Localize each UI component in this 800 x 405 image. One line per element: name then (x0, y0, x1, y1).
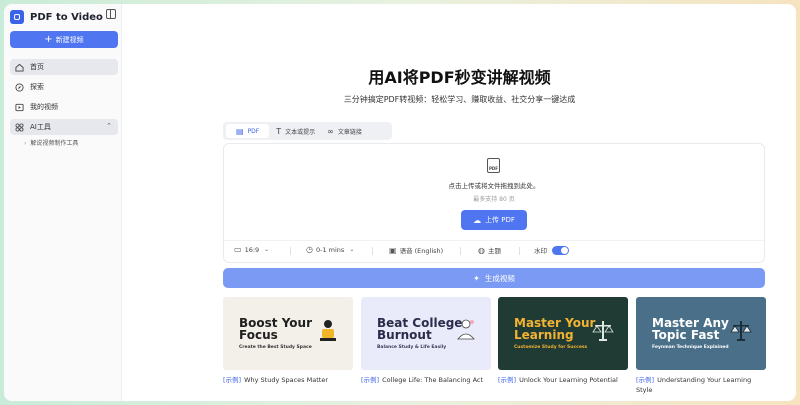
pdf-icon: ▤ (236, 126, 244, 136)
tab-label: 文本或提示 (285, 128, 316, 136)
explore-icon (15, 82, 24, 92)
chevron-down-icon: ⌄ (264, 246, 270, 253)
app-name: PDF to Video (30, 11, 103, 23)
tab-link[interactable]: ∞ 文章链接 (322, 124, 367, 138)
theme-label: 主题 (487, 247, 501, 255)
sidebar-subitem-explainer-tool[interactable]: 解说视频制作工具 (24, 138, 78, 147)
burnout-illustration-icon (457, 319, 475, 340)
example-caption-text: Unlock Your Learning Potential (519, 376, 618, 384)
example-caption: [示例] Unlock Your Learning Potential (498, 375, 628, 385)
tab-pdf[interactable]: ▤ PDF (226, 124, 270, 138)
example-card[interactable]: Boost Your Focus Create the Best Study S… (223, 297, 353, 385)
upload-panel[interactable]: PDF 点击上传或将文件拖拽到此处。 最多支持 80 页 ☁ 上传 PDF ▭ … (223, 143, 765, 263)
tab-label: 文章链接 (337, 128, 362, 136)
watermark-control: 水印 (534, 245, 569, 255)
duration-value: 0-1 mins (315, 245, 345, 254)
options-bar: ▭ 16:9 ⌄ ◷ 0-1 mins ⌄ ▣ 语音 (English) ◍ 主… (224, 240, 764, 260)
divider (519, 247, 520, 255)
text-icon: T (276, 126, 282, 136)
new-video-button[interactable]: + 新建视频 (10, 31, 118, 48)
page-title: 用AI将PDF秒变讲解视频 (368, 68, 551, 87)
example-tag: [示例] (636, 376, 655, 384)
aspect-ratio-icon: ▭ (234, 245, 242, 254)
example-caption: [示例] Understanding Your Learning Style (636, 375, 766, 395)
watermark-toggle[interactable] (552, 245, 569, 255)
example-thumbnail[interactable]: Master Your Learning Customize Study for… (498, 297, 628, 370)
drop-instructions: 点击上传或将文件拖拽到此处。 (448, 182, 540, 190)
thumbnail-subtitle: Create the Best Study Space (239, 345, 312, 350)
sidebar-item-my-videos[interactable]: 我的视频 (10, 99, 118, 115)
palette-icon: ◍ (478, 245, 485, 255)
cloud-upload-icon: ☁ (473, 215, 482, 225)
example-card[interactable]: Master Your Learning Customize Study for… (498, 297, 628, 385)
scales-illustration-icon (592, 321, 614, 341)
sidebar-item-ai-tools[interactable]: AI工具 ⌃ (10, 119, 118, 135)
tab-label: PDF (247, 127, 260, 135)
new-video-label: 新建视频 (55, 35, 84, 44)
sidebar-collapse-icon[interactable] (106, 9, 116, 19)
example-caption: [示例] Why Study Spaces Matter (223, 375, 353, 385)
example-thumbnail[interactable]: Beat College Burnout Balance Study & Lif… (361, 297, 491, 370)
tab-text[interactable]: T 文本或提示 (271, 124, 320, 138)
duration-select[interactable]: ◷ 0-1 mins ⌄ (306, 245, 354, 254)
example-card[interactable]: Beat College Burnout Balance Study & Lif… (361, 297, 491, 385)
example-caption-text: Why Study Spaces Matter (244, 376, 328, 384)
app-window: PDF to Video + 新建视频 首页 探索 我的视频 AI工具 ⌃ › … (4, 4, 796, 401)
sidebar-item-home[interactable]: 首页 (10, 59, 118, 75)
page-limit-text: 最多支持 80 页 (473, 196, 515, 203)
justice-scales-icon (730, 321, 752, 341)
main-content: 用AI将PDF秒变讲解视频 三分钟搞定PDF转视频：轻松学习、赚取收益、社交分享… (123, 4, 796, 401)
divider (460, 247, 461, 255)
thumbnail-subtitle: Feynman Technique Explained (652, 345, 729, 350)
sidebar: PDF to Video + 新建视频 首页 探索 我的视频 AI工具 ⌃ › … (4, 4, 122, 401)
sidebar-item-label: 探索 (30, 83, 44, 91)
example-tag: [示例] (498, 376, 517, 384)
video-icon (15, 103, 24, 112)
chevron-up-icon: ⌃ (106, 122, 112, 130)
sidebar-item-label: 首页 (30, 63, 44, 71)
sidebar-item-explore[interactable]: 探索 (10, 79, 118, 95)
chevron-down-icon: ⌄ (349, 246, 355, 253)
plus-icon: + (44, 33, 53, 45)
link-icon: ∞ (327, 126, 334, 136)
app-logo-icon (10, 10, 24, 24)
example-thumbnail[interactable]: Master Any Topic Fast Feynman Technique … (636, 297, 766, 370)
upload-pdf-button[interactable]: ☁ 上传 PDF (461, 210, 527, 230)
student-illustration-icon (320, 320, 336, 341)
example-thumbnail[interactable]: Boost Your Focus Create the Best Study S… (223, 297, 353, 370)
example-tag: [示例] (361, 376, 380, 384)
generate-label: 生成视频 (484, 273, 515, 283)
voice-value: 语音 (English) (399, 247, 444, 255)
clock-icon: ◷ (306, 245, 313, 254)
example-caption-text: College Life: The Balancing Act (382, 376, 484, 384)
generate-video-button[interactable]: ✦ 生成视频 (223, 268, 765, 288)
thumbnail-subtitle: Customize Study for Success (514, 345, 588, 350)
voice-icon: ▣ (389, 245, 397, 255)
pdf-file-icon: PDF (487, 158, 500, 173)
divider (290, 247, 291, 255)
input-tabs: ▤ PDF T 文本或提示 ∞ 文章链接 (223, 122, 392, 140)
thumbnail-subtitle: Balance Study & Life Easily (377, 345, 447, 350)
voice-select[interactable]: ▣ 语音 (English) (389, 245, 444, 256)
example-caption: [示例] College Life: The Balancing Act (361, 375, 491, 385)
example-card[interactable]: Master Any Topic Fast Feynman Technique … (636, 297, 766, 395)
sidebar-item-label: AI工具 (30, 123, 51, 131)
sparkle-icon: ✦ (473, 273, 480, 283)
theme-select[interactable]: ◍ 主题 (478, 245, 501, 256)
example-tag: [示例] (223, 376, 242, 384)
upload-label: 上传 PDF (485, 216, 515, 224)
home-icon (15, 63, 24, 72)
watermark-label: 水印 (534, 247, 547, 255)
grid-icon (15, 122, 24, 132)
divider (372, 247, 373, 255)
aspect-ratio-select[interactable]: ▭ 16:9 ⌄ (234, 245, 269, 254)
page-subtitle: 三分钟搞定PDF转视频：轻松学习、赚取收益、社交分享一键达成 (343, 95, 576, 104)
brand[interactable]: PDF to Video (10, 8, 103, 26)
aspect-ratio-value: 16:9 (244, 245, 260, 254)
sidebar-item-label: 我的视频 (30, 103, 58, 111)
